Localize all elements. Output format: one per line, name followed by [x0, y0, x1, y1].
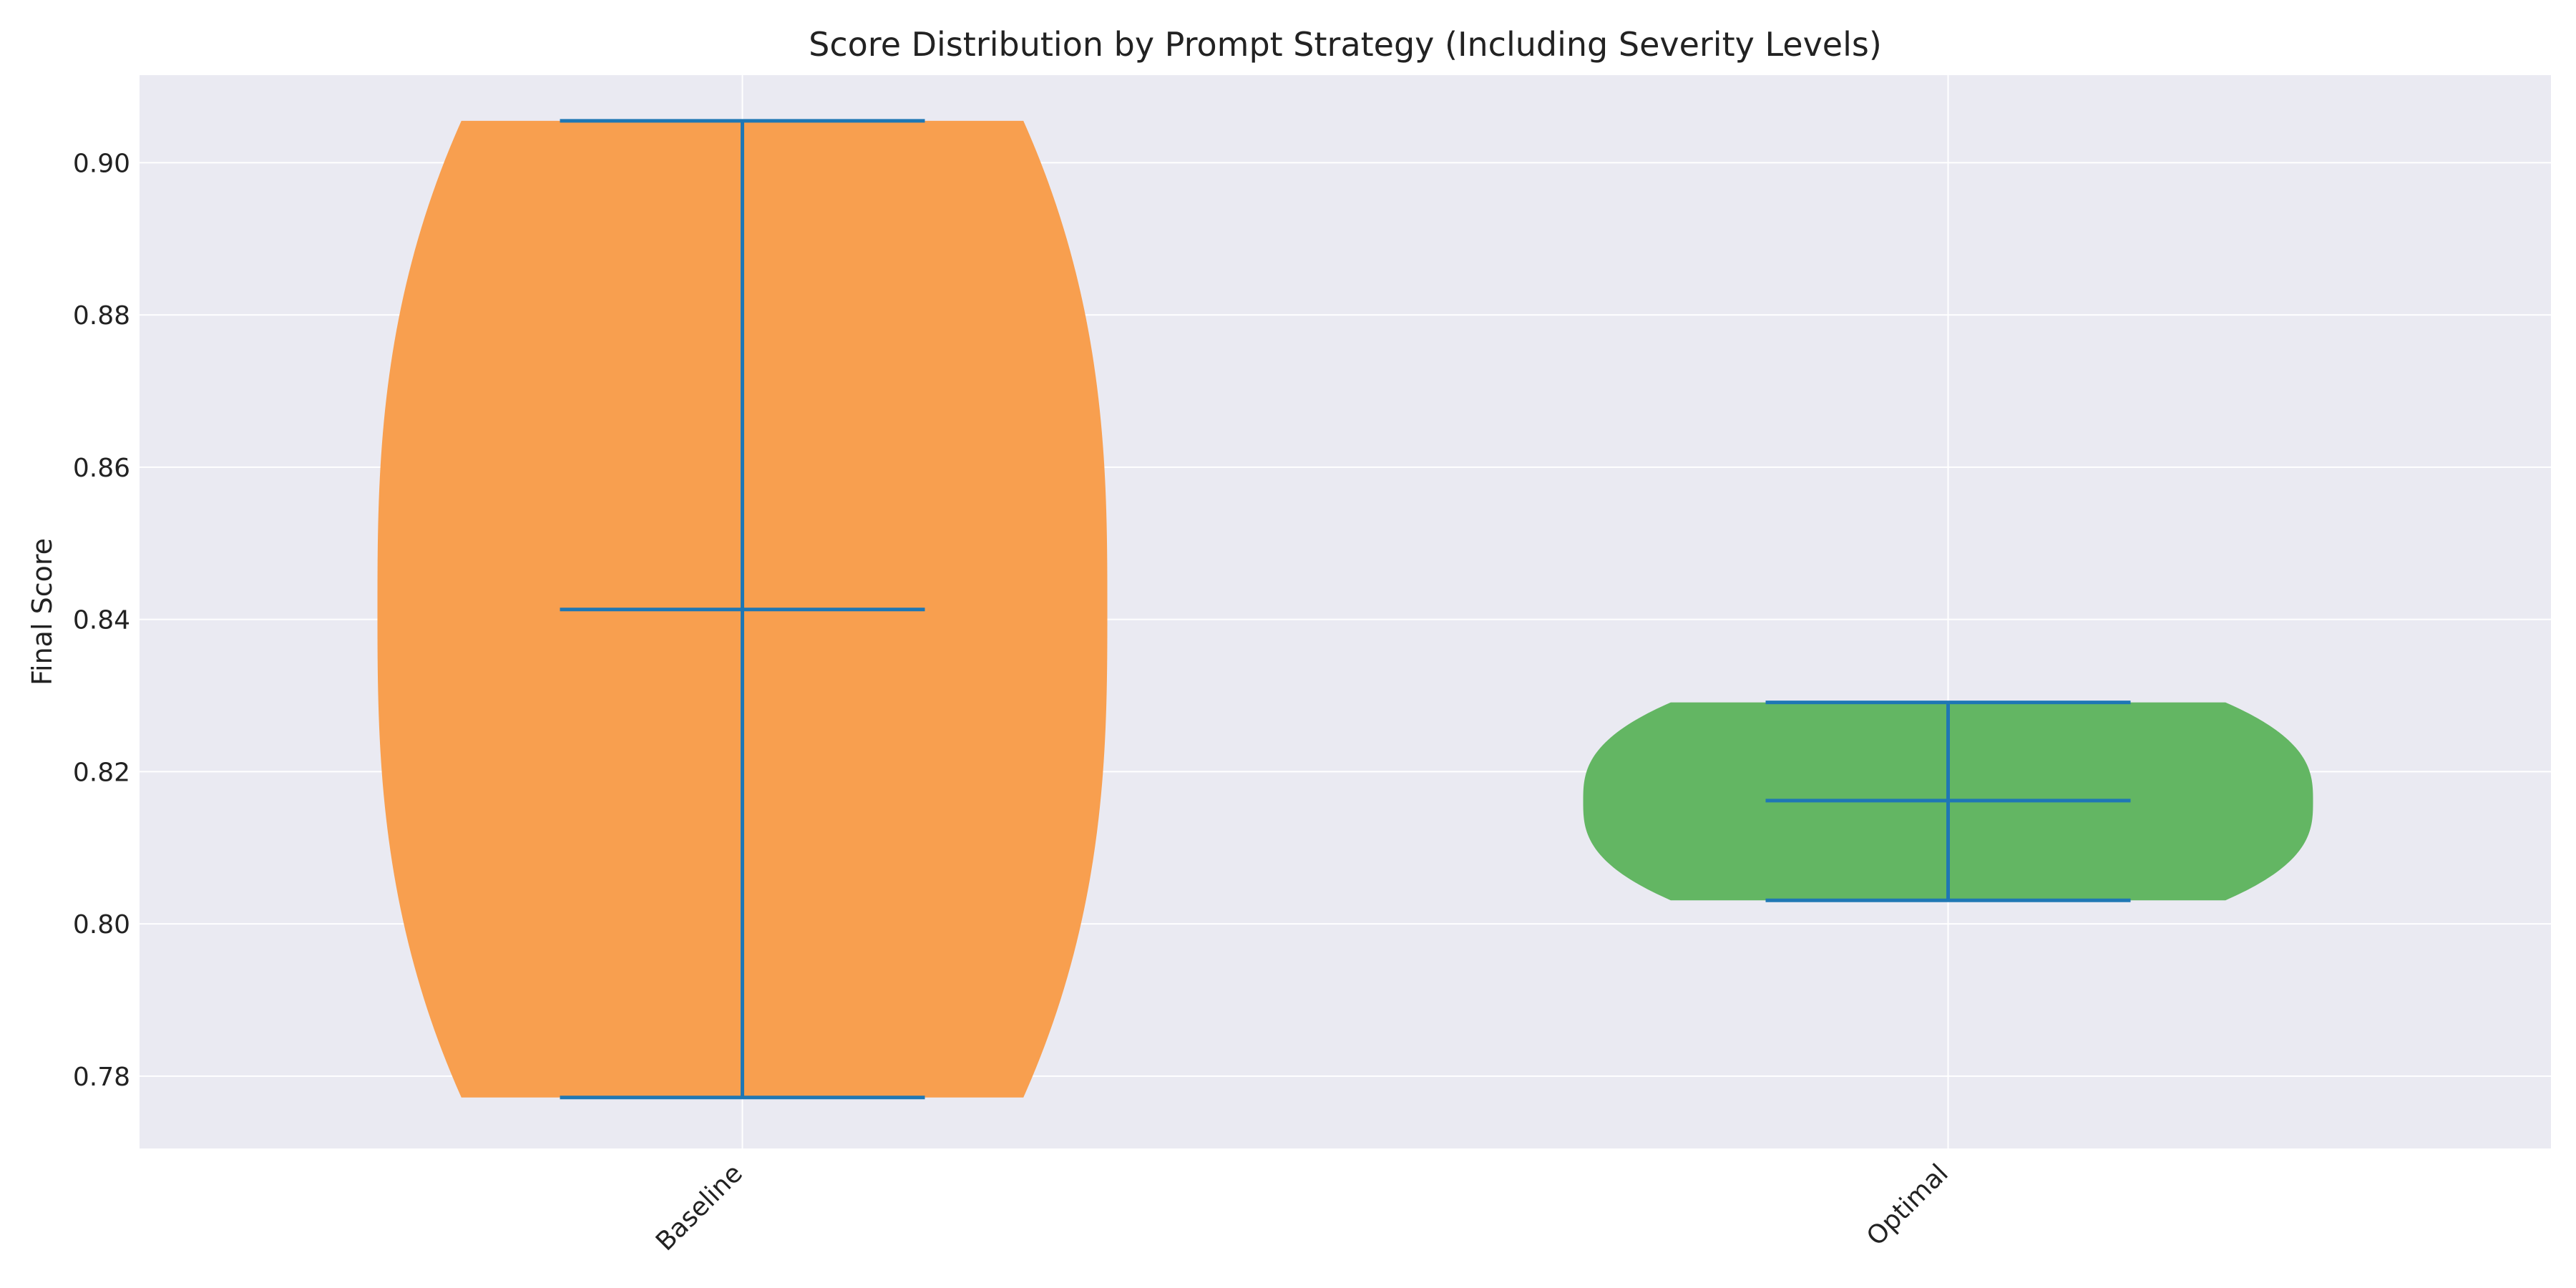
y-tick-label: 0.88: [73, 301, 130, 331]
y-tick-label: 0.84: [73, 606, 130, 635]
y-tick-label: 0.80: [73, 910, 130, 940]
y-tick-label: 0.78: [73, 1063, 130, 1092]
y-tick-label: 0.90: [73, 149, 130, 178]
violin-chart: 0.78 0.80 0.82 0.84 0.86 0.88 0.90 Baseline Opt…: [26, 25, 2551, 1257]
x-tick-labels: Baseline Optimal: [650, 1158, 1954, 1257]
y-tick-label: 0.86: [73, 454, 130, 483]
y-axis-label: Final Score: [26, 538, 58, 686]
x-tick-label: Baseline: [650, 1158, 748, 1257]
x-tick-label: Optimal: [1861, 1158, 1954, 1252]
chart-title: Score Distribution by Prompt Strategy (I…: [809, 25, 1882, 64]
y-tick-label: 0.82: [73, 758, 130, 787]
y-tick-labels: 0.78 0.80 0.82 0.84 0.86 0.88 0.90: [73, 149, 130, 1092]
